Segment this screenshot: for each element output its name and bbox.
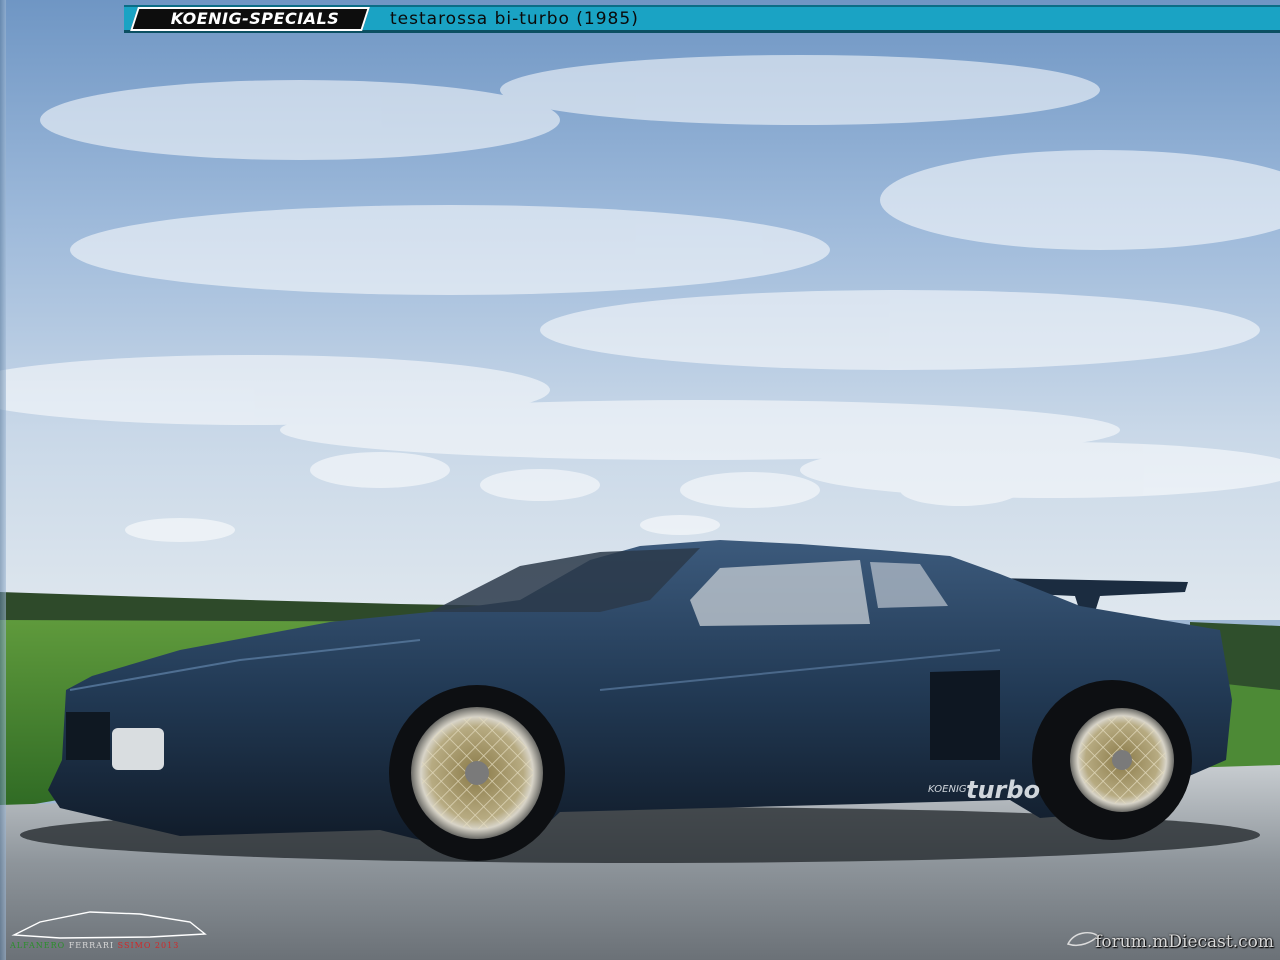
rear-wheel [1032,680,1192,840]
headlight [112,728,164,770]
left-edge-band [0,0,6,960]
credit-left-part2: FERRARI [68,941,115,950]
photo-frame: KOENIG turbo [0,0,1280,960]
model-year: (1985) [576,9,639,29]
model-title: testarossa bi-turbo (1985) [390,7,639,31]
brand-title: KOENIG-SPECIALS [170,9,340,28]
photo-scene: KOENIG turbo [0,0,1280,960]
side-strakes [930,670,1000,760]
front-grille [66,712,110,760]
credit-right: forum.mDiecast.com [1095,932,1274,952]
credit-left-part3: SSIMO 2013 [117,941,180,950]
side-badge-brand: KOENIG [928,784,967,795]
front-wheel [389,685,565,861]
credit-left-part1: ALFANERO [10,941,66,950]
side-badge-model: turbo [966,776,1040,804]
credit-left: ALFANERO FERRARI SSIMO 2013 [10,940,179,952]
model-name: testarossa bi-turbo [390,9,570,29]
